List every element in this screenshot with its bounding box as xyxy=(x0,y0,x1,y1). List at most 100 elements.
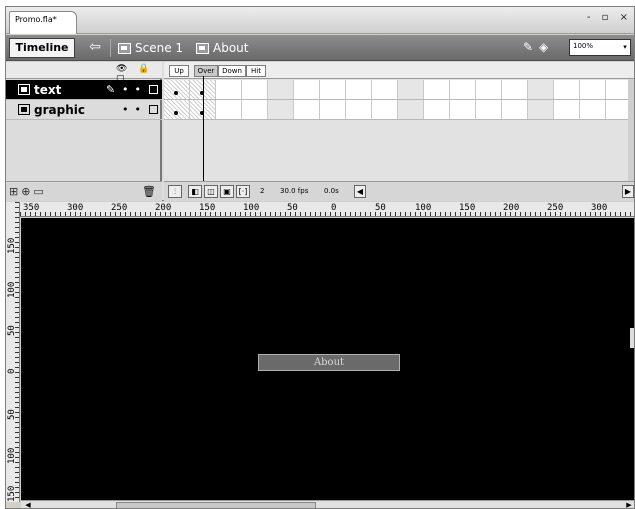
horizontal-ruler: 350 300 250 200 150 100 50 0 50 100 150 … xyxy=(20,202,634,217)
frame-label-down[interactable]: Down xyxy=(218,65,246,77)
symbol-label: About xyxy=(213,41,249,55)
frame-cell[interactable] xyxy=(580,100,606,119)
frame-cell[interactable] xyxy=(268,100,294,119)
frame-cell[interactable] xyxy=(294,80,320,99)
visibility-lock-dots[interactable]: •• xyxy=(122,103,147,116)
flash-window: Promo.fla* - ▫ × Timeline ⇦ Scene 1 Abou… xyxy=(5,6,635,509)
timeline-toggle-button[interactable]: Timeline xyxy=(9,38,75,58)
center-frame-icon[interactable]: ⫶ xyxy=(168,185,182,198)
frame-cell[interactable] xyxy=(320,80,346,99)
frame-row-graphic[interactable] xyxy=(164,100,634,120)
frame-label-up[interactable]: Up xyxy=(169,65,189,77)
ruler-label: 200 xyxy=(503,203,520,213)
zoom-select[interactable]: 100% ▾ xyxy=(569,39,631,56)
scroll-left-icon[interactable]: ◀ xyxy=(354,185,366,198)
separator xyxy=(110,39,111,57)
frame-cell[interactable] xyxy=(528,80,554,99)
trash-icon[interactable]: 🗑 xyxy=(142,185,156,198)
onion-skin-icon[interactable]: ◧ xyxy=(188,185,202,198)
frame-cell[interactable] xyxy=(346,80,372,99)
ruler-label: 300 xyxy=(591,203,608,213)
frame-cell[interactable] xyxy=(554,100,580,119)
current-frame: 2 xyxy=(260,187,265,195)
frame-cell[interactable] xyxy=(372,80,398,99)
outline-square-icon[interactable] xyxy=(148,85,158,94)
frame-cell[interactable] xyxy=(476,100,502,119)
frame-cell[interactable] xyxy=(398,100,424,119)
breadcrumb-scene[interactable]: Scene 1 xyxy=(118,39,183,57)
frame-rate: 30.0 fps xyxy=(280,187,309,195)
keyframe[interactable] xyxy=(164,100,190,119)
chevron-down-icon[interactable]: ▾ xyxy=(620,40,630,55)
stage-vertical-scrollbar[interactable] xyxy=(630,328,634,348)
ruler-label: 250 xyxy=(547,203,564,213)
stage-horizontal-scrollbar[interactable]: ◀ ▶ xyxy=(21,500,634,508)
button-symbol-icon xyxy=(196,42,209,54)
frame-cell[interactable] xyxy=(554,80,580,99)
edit-bar: Timeline ⇦ Scene 1 About ✎◈ 100% ▾ xyxy=(6,35,634,61)
playhead[interactable] xyxy=(203,76,204,181)
keyframe[interactable] xyxy=(164,80,190,99)
layers-footer: ⊞⊕▭ 🗑 xyxy=(6,181,162,201)
frame-cell[interactable] xyxy=(398,80,424,99)
ruler-label: 50 xyxy=(287,203,298,213)
layer-row-graphic[interactable]: graphic •• xyxy=(6,100,162,120)
pencil-icon: ✎ xyxy=(106,83,116,96)
ruler-label: 200 xyxy=(155,203,172,213)
frame-cell[interactable] xyxy=(216,100,242,119)
frame-cell[interactable] xyxy=(580,80,606,99)
frame-label-over[interactable]: Over xyxy=(194,65,218,77)
document-tab-strip: Promo.fla* - ▫ × xyxy=(6,7,634,34)
add-layer-icons[interactable]: ⊞⊕▭ xyxy=(9,185,47,198)
frame-cell[interactable] xyxy=(476,80,502,99)
ruler-label: 250 xyxy=(111,203,128,213)
frame-labels-header: Up Over Down Hit xyxy=(164,62,634,79)
frame-cell[interactable] xyxy=(450,80,476,99)
vertical-ruler: 150 100 50 0 50 100 150 xyxy=(6,202,20,502)
edit-multiple-frames-icon[interactable]: ▣ xyxy=(220,185,234,198)
frame-cell[interactable] xyxy=(242,80,268,99)
document-tab[interactable]: Promo.fla* xyxy=(9,11,77,34)
frame-cell[interactable] xyxy=(450,100,476,119)
ruler-label: 100 xyxy=(415,203,432,213)
outline-square-icon[interactable] xyxy=(148,105,158,114)
layers-header: 👁 🔒 ▢ xyxy=(6,62,162,84)
frame-cell[interactable] xyxy=(346,100,372,119)
breadcrumb-symbol[interactable]: About xyxy=(196,39,248,57)
frame-cell[interactable] xyxy=(320,100,346,119)
ruler-label: 350 xyxy=(23,203,40,213)
about-button-instance[interactable]: About xyxy=(258,354,400,371)
edit-scene-and-symbol-icons[interactable]: ✎◈ xyxy=(523,40,554,54)
modify-markers-icon[interactable]: [·] xyxy=(236,185,250,198)
ruler-label: 150 xyxy=(199,203,216,213)
timeline-panel: 👁 🔒 ▢ text ✎ •• graphic •• ⊞⊕▭ 🗑 Up Over… xyxy=(6,62,634,201)
frame-cell[interactable] xyxy=(268,80,294,99)
frame-cell[interactable] xyxy=(372,100,398,119)
frame-cell[interactable] xyxy=(424,80,450,99)
frame-cell[interactable] xyxy=(528,100,554,119)
scroll-left-icon[interactable]: ◀ xyxy=(23,501,33,508)
frame-cell[interactable] xyxy=(502,100,528,119)
layer-row-text[interactable]: text ✎ •• xyxy=(6,80,162,100)
frame-label-hit[interactable]: Hit xyxy=(246,65,266,77)
stage-canvas[interactable]: About xyxy=(21,218,634,500)
ruler-label: 150 xyxy=(7,485,17,502)
frame-cell[interactable] xyxy=(242,100,268,119)
back-arrow-icon[interactable]: ⇦ xyxy=(84,39,106,57)
window-controls[interactable]: - ▫ × xyxy=(587,12,632,23)
onion-outline-icon[interactable]: ◫ xyxy=(204,185,218,198)
layer-name: graphic xyxy=(34,102,85,117)
frame-cell[interactable] xyxy=(502,80,528,99)
frame-cell[interactable] xyxy=(424,100,450,119)
scrollbar-thumb[interactable] xyxy=(116,502,316,508)
frame-cell[interactable] xyxy=(216,80,242,99)
frame-cell[interactable] xyxy=(294,100,320,119)
ruler-label: 0 xyxy=(331,203,337,213)
scroll-right-icon[interactable]: ▶ xyxy=(624,501,634,508)
frame-row-text[interactable] xyxy=(164,80,634,100)
scroll-right-icon[interactable]: ▶ xyxy=(622,185,634,198)
visibility-lock-dots[interactable]: •• xyxy=(122,83,147,96)
timeline-vertical-scrollbar[interactable] xyxy=(628,79,634,181)
elapsed-time: 0.0s xyxy=(324,187,339,195)
frames-area: Up Over Down Hit ⫶ ◧ ◫ ▣ [·] 2 30.0 fps … xyxy=(164,62,634,201)
